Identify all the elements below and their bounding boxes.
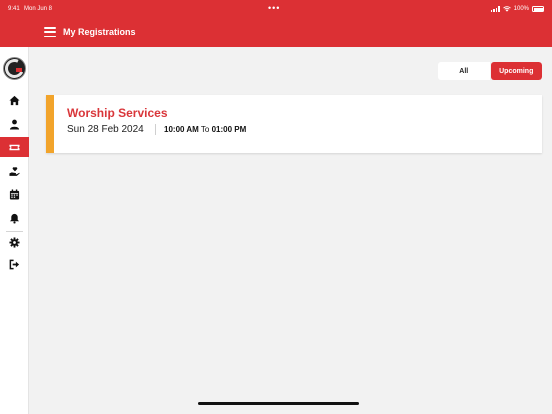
sidebar-item-calendar[interactable] (0, 184, 29, 204)
battery-percent: 100% (513, 6, 529, 12)
status-indicators: 100% (490, 6, 544, 12)
bell-icon (9, 213, 20, 224)
status-date: Mon Jun 8 (24, 6, 53, 12)
sidebar (0, 47, 29, 414)
sidebar-item-giving[interactable] (0, 161, 29, 181)
event-start-time: 10:00 AM (164, 125, 199, 134)
sidebar-item-profile[interactable] (0, 114, 29, 134)
event-date: Sun 28 Feb 2024 (67, 124, 144, 135)
status-time: 9:41 (8, 6, 20, 12)
gear-icon (9, 236, 20, 248)
registration-filter: All Upcoming (438, 62, 542, 80)
card-divider (155, 124, 156, 135)
app-logo[interactable] (3, 57, 26, 80)
wifi-icon (502, 6, 511, 12)
sidebar-item-home[interactable] (0, 90, 29, 110)
event-name: Worship Services (67, 106, 168, 120)
cellular-signal-icon (490, 6, 500, 12)
home-icon (9, 95, 20, 105)
battery-icon (532, 6, 544, 12)
event-time: 10:00 AM To 01:00 PM (164, 125, 246, 134)
calendar-icon (9, 188, 20, 200)
sidebar-item-logout[interactable] (0, 254, 29, 274)
page-title: My Registrations (63, 27, 136, 37)
hand-heart-icon (9, 166, 20, 176)
home-indicator[interactable] (198, 402, 359, 405)
sidebar-item-notifications[interactable] (0, 208, 29, 228)
app-header: 9:41 Mon Jun 8 ••• 100% My Registrations (0, 0, 552, 47)
event-time-separator: To (200, 125, 210, 134)
hamburger-menu-icon[interactable] (44, 27, 56, 37)
ticket-icon (9, 144, 20, 150)
sidebar-item-settings[interactable] (0, 232, 29, 252)
filter-all-button[interactable]: All (438, 62, 490, 80)
registration-card[interactable]: Worship Services Sun 28 Feb 2024 10:00 A… (46, 95, 542, 153)
filter-upcoming-button[interactable]: Upcoming (490, 62, 542, 80)
sidebar-item-registrations[interactable] (0, 137, 29, 157)
user-icon (9, 119, 20, 130)
logout-icon (9, 259, 20, 269)
multitasking-dots-icon[interactable]: ••• (268, 3, 280, 13)
event-end-time: 01:00 PM (211, 125, 247, 134)
status-bar: 9:41 Mon Jun 8 ••• 100% (0, 3, 552, 16)
